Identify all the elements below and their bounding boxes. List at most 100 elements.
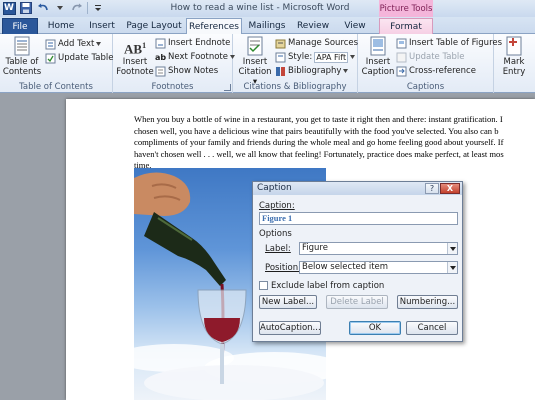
- chevron-down-icon: [350, 55, 356, 59]
- picture-tools-context-title: Picture Tools: [379, 0, 433, 17]
- doc-line-2: chosen well, you have a delicious wine t…: [134, 125, 499, 136]
- add-text-label: Add Text: [58, 39, 95, 49]
- document-body[interactable]: When you buy a bottle of wine in a resta…: [134, 114, 534, 172]
- group-index: Mark Entry: [494, 34, 535, 93]
- close-button[interactable]: X: [440, 183, 460, 194]
- footnote-icon-text: AB: [124, 41, 143, 57]
- manage-sources-icon: [275, 38, 286, 49]
- update-table-captions-button[interactable]: Update Table: [396, 51, 464, 63]
- mark-entry-button[interactable]: Mark Entry: [497, 36, 531, 77]
- insert-table-of-figures-button[interactable]: Insert Table of Figures: [396, 37, 502, 49]
- manage-sources-button[interactable]: Manage Sources: [275, 37, 358, 49]
- redo-icon: [72, 3, 82, 11]
- group-citations-bibliography: Insert Citation ▾ Manage Sources Style: …: [233, 34, 358, 93]
- undo-dropdown-button[interactable]: [53, 1, 67, 15]
- word-logo-icon: W: [2, 1, 16, 15]
- tab-insert[interactable]: Insert: [82, 18, 122, 34]
- position-field-label: Position:: [265, 263, 301, 273]
- label-field-label: Label:: [265, 244, 291, 254]
- footnotes-dialog-launcher[interactable]: [224, 84, 231, 91]
- save-button[interactable]: [19, 1, 33, 15]
- chevron-down-icon: [96, 42, 102, 46]
- label-select-value: Figure: [302, 243, 328, 253]
- numbering-button[interactable]: Numbering...: [397, 295, 458, 309]
- add-text-button[interactable]: Add Text: [45, 38, 102, 50]
- options-label: Options: [259, 229, 292, 239]
- group-captions: Insert Caption Insert Table of Figures U…: [358, 34, 502, 93]
- doc-line-4: haven't chosen well . . . well, we all k…: [134, 148, 504, 159]
- delete-label-button[interactable]: Delete Label: [326, 295, 388, 309]
- style-combo[interactable]: APA Fift: [314, 51, 349, 63]
- bibliography-label: Bibliography: [288, 66, 342, 76]
- show-notes-label: Show Notes: [168, 66, 219, 76]
- doc-line-3: compliments of your family and friends d…: [134, 137, 504, 147]
- update-table-toc-button[interactable]: Update Table: [45, 52, 113, 64]
- insert-endnote-button[interactable]: Insert Endnote: [155, 37, 230, 49]
- tab-review[interactable]: Review: [293, 18, 333, 34]
- insert-footnote-label-1: Insert: [122, 57, 148, 67]
- label-select[interactable]: Figure: [299, 242, 458, 255]
- ok-button[interactable]: OK: [349, 321, 401, 335]
- insert-caption-button[interactable]: Insert Caption: [361, 36, 395, 77]
- table-of-figures-icon: [396, 38, 407, 49]
- chevron-down-icon[interactable]: [447, 243, 457, 254]
- new-label-button[interactable]: New Label...: [259, 295, 317, 309]
- tab-page-layout[interactable]: Page Layout: [125, 18, 183, 34]
- mark-entry-label-2: Entry: [502, 67, 526, 77]
- exclude-label-text[interactable]: Exclude label from caption: [271, 281, 384, 291]
- group-label-captions: Captions: [406, 82, 445, 92]
- chevron-down-icon[interactable]: [447, 262, 457, 273]
- dialog-title: Caption: [257, 183, 292, 193]
- dialog-titlebar[interactable]: Caption ? X: [253, 182, 462, 195]
- caption-input[interactable]: Figure 1: [259, 212, 458, 225]
- add-text-icon: [45, 39, 56, 50]
- position-select[interactable]: Below selected item: [299, 261, 458, 274]
- exclude-label-checkbox[interactable]: [259, 281, 268, 290]
- tab-file[interactable]: File: [2, 18, 38, 34]
- next-footnote-button[interactable]: ab Next Footnote: [155, 51, 235, 63]
- tab-references[interactable]: References: [186, 18, 242, 35]
- tab-home[interactable]: Home: [43, 18, 79, 34]
- ribbon: Table of Contents Add Text Update Table …: [0, 34, 535, 93]
- cancel-button[interactable]: Cancel: [406, 321, 458, 335]
- customize-qat-button[interactable]: [91, 1, 105, 15]
- autocaption-button[interactable]: AutoCaption...: [259, 321, 321, 335]
- insert-footnote-label-2: Footnote: [116, 67, 154, 77]
- cross-reference-button[interactable]: Cross-reference: [396, 65, 476, 77]
- redo-button[interactable]: [70, 1, 84, 15]
- update-table-toc-label: Update Table: [58, 53, 114, 63]
- group-label-footnotes: Footnotes: [151, 82, 194, 92]
- help-button[interactable]: ?: [425, 183, 439, 194]
- chevron-down-icon: [57, 6, 63, 10]
- chevron-down-icon: [343, 69, 349, 73]
- manage-sources-label: Manage Sources: [288, 38, 359, 48]
- undo-button[interactable]: [36, 1, 50, 15]
- insert-footnote-button[interactable]: AB1 Insert Footnote: [116, 36, 154, 77]
- group-label-citations: Citations & Bibliography: [243, 82, 347, 92]
- insert-caption-label-1: Insert: [365, 57, 391, 67]
- table-of-contents-button[interactable]: Table of Contents: [3, 36, 41, 77]
- style-selector[interactable]: Style: APA Fift: [275, 51, 356, 63]
- table-of-contents-label-1: Table of: [5, 57, 39, 67]
- save-icon: [20, 2, 32, 14]
- qat-separator: [87, 2, 88, 14]
- caption-label: Caption:: [259, 201, 295, 211]
- ribbon-tabs: File Home Insert Page Layout References …: [0, 17, 535, 35]
- update-table-disabled-icon: [396, 52, 407, 63]
- group-label-toc: Table of Contents: [19, 82, 93, 92]
- endnote-icon: [155, 38, 166, 49]
- doc-line-1: When you buy a bottle of wine in a resta…: [134, 114, 503, 124]
- tab-mailings[interactable]: Mailings: [246, 18, 288, 34]
- style-label: Style:: [288, 52, 313, 62]
- insert-endnote-label: Insert Endnote: [168, 38, 231, 48]
- table-of-contents-label-2: Contents: [2, 67, 42, 77]
- tab-format[interactable]: Format: [379, 18, 433, 34]
- cross-reference-label: Cross-reference: [409, 66, 476, 76]
- insert-citation-button[interactable]: Insert Citation ▾: [236, 36, 274, 87]
- word-app-icon[interactable]: W: [2, 1, 16, 15]
- undo-icon: [38, 3, 48, 11]
- group-table-of-contents: Table of Contents Add Text Update Table …: [0, 34, 113, 93]
- show-notes-button[interactable]: Show Notes: [155, 65, 218, 77]
- tab-view[interactable]: View: [338, 18, 372, 34]
- bibliography-button[interactable]: Bibliography: [275, 65, 349, 77]
